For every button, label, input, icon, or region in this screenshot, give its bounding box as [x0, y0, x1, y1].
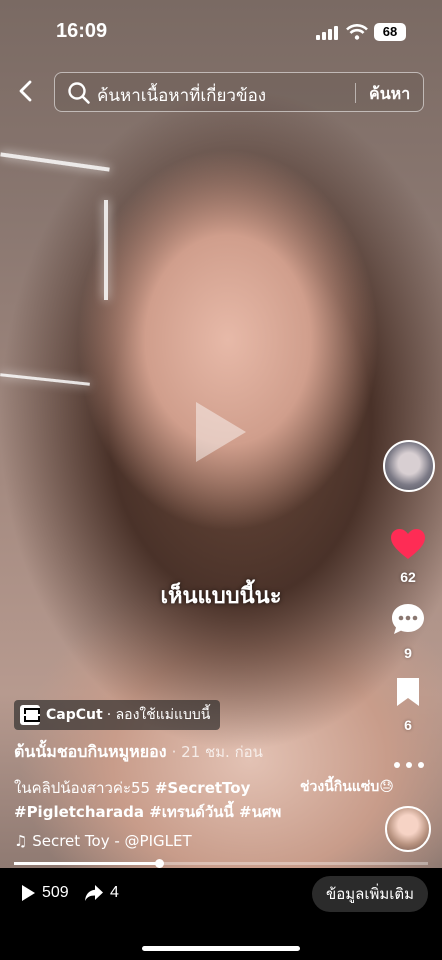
share-icon	[85, 885, 103, 901]
more-info-button[interactable]: ข้อมูลเพิ่มเติม	[312, 876, 428, 912]
comment-preview[interactable]: ช่วงนี้กินแซ่บ😓	[300, 776, 394, 798]
video-progress-fill	[14, 862, 159, 865]
hashtag-link[interactable]: #Pigletcharada #เทรนด์วันนี้ #นศพ	[14, 803, 281, 821]
play-icon[interactable]	[196, 402, 246, 462]
more-icon[interactable]	[394, 760, 424, 770]
like-button[interactable]: 62	[388, 528, 428, 585]
background-light-strip	[104, 200, 108, 300]
share-button[interactable]: 4	[84, 884, 119, 902]
video-progress-bar[interactable]	[14, 859, 428, 868]
video-player[interactable]: เห็นแบบนี้นะ	[0, 0, 442, 868]
author-name[interactable]: ต้นนั้มชอบกินหมูหยอง	[14, 742, 167, 761]
play-count-icon	[22, 885, 35, 901]
author-line: ต้นนั้มชอบกินหมูหยอง · 21 ชม. ก่อน	[14, 740, 263, 765]
like-count: 62	[400, 569, 416, 585]
creator-avatar[interactable]	[383, 440, 435, 492]
bottom-bar: 509 4 ข้อมูลเพิ่มเติม	[0, 868, 442, 960]
heart-icon	[391, 529, 425, 559]
search-submit-button[interactable]: ค้นหา	[369, 82, 410, 107]
capcut-brand: CapCut	[46, 707, 103, 723]
capcut-icon	[20, 705, 40, 725]
comment-count: 9	[404, 645, 412, 661]
video-overlay-caption: เห็นแบบนี้นะ	[160, 584, 282, 609]
share-count: 4	[110, 884, 119, 901]
capcut-cta: · ลองใช้แม่แบบนี้	[106, 707, 211, 723]
description-text: ในคลิปน้องสาวค่ะ55	[14, 779, 155, 797]
back-icon[interactable]	[12, 76, 40, 106]
music-link[interactable]: ♫ Secret Toy - @PIGLET	[14, 832, 192, 850]
battery-indicator: 68	[374, 23, 406, 41]
views-count: 509	[42, 884, 69, 901]
search-icon	[68, 82, 90, 104]
background-light-strip	[0, 373, 90, 386]
capcut-template-link[interactable]: CapCut · ลองใช้แม่แบบนี้	[14, 700, 221, 730]
save-button[interactable]: 6	[388, 676, 428, 733]
hashtag-link[interactable]: #SecretToy	[155, 779, 251, 797]
wifi-icon	[346, 24, 368, 40]
status-time: 16:09	[56, 20, 108, 42]
post-time: · 21 ชม. ก่อน	[171, 743, 263, 761]
search-divider	[355, 83, 356, 103]
search-bar[interactable]: ค้นหาเนื้อหาที่เกี่ยวข้อง ค้นหา	[54, 72, 424, 112]
comment-button[interactable]: 9	[388, 602, 428, 661]
home-indicator	[142, 946, 300, 951]
video-progress-knob[interactable]	[154, 859, 164, 868]
status-bar: 16:09 68	[0, 0, 442, 62]
signal-icon	[316, 26, 340, 40]
save-count: 6	[404, 717, 412, 733]
comment-icon	[392, 604, 424, 634]
comment-avatar[interactable]	[385, 806, 431, 852]
search-input[interactable]: ค้นหาเนื้อหาที่เกี่ยวข้อง	[97, 82, 266, 109]
background-light-strip	[0, 152, 110, 172]
bookmark-icon	[397, 678, 419, 706]
views-stat: 509	[20, 884, 69, 902]
